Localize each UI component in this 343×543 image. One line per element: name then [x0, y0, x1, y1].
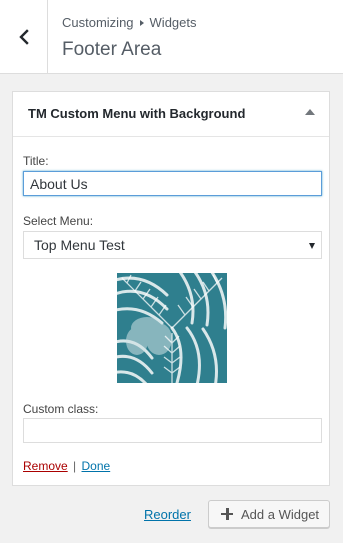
- custom-class-input[interactable]: [23, 418, 322, 443]
- add-widget-button[interactable]: Add a Widget: [208, 500, 330, 528]
- widget-title: TM Custom Menu with Background: [28, 106, 246, 121]
- select-menu-label: Select Menu:: [23, 214, 94, 228]
- widget-actions: Remove | Done: [23, 459, 110, 473]
- widget-panel: TM Custom Menu with Background Title: Se…: [12, 91, 330, 486]
- done-link[interactable]: Done: [82, 459, 111, 473]
- breadcrumb-separator-icon: [139, 19, 144, 26]
- plus-icon: [221, 508, 233, 520]
- chevron-down-icon: [309, 243, 315, 249]
- reorder-link[interactable]: Reorder: [144, 507, 191, 522]
- title-label: Title:: [23, 154, 49, 168]
- caret-up-icon[interactable]: [303, 105, 317, 119]
- widget-header[interactable]: TM Custom Menu with Background: [13, 92, 329, 137]
- select-menu-dropdown[interactable]: Top Menu Test: [23, 231, 322, 259]
- remove-link[interactable]: Remove: [23, 459, 68, 473]
- back-button[interactable]: [0, 0, 48, 73]
- panel-title: Footer Area: [62, 39, 162, 60]
- chevron-left-icon: [18, 28, 29, 45]
- actions-separator: |: [73, 459, 77, 473]
- select-menu-value: Top Menu Test: [34, 237, 125, 253]
- background-image-preview[interactable]: [117, 273, 227, 383]
- breadcrumb-current: Widgets: [149, 15, 197, 30]
- palm-leaf-pattern-icon: [117, 273, 227, 383]
- customizer-header: Customizing Widgets Footer Area: [0, 0, 343, 74]
- custom-class-label: Custom class:: [23, 402, 99, 416]
- breadcrumb-root: Customizing: [62, 15, 134, 30]
- title-input[interactable]: [23, 171, 322, 196]
- add-widget-label: Add a Widget: [241, 506, 320, 522]
- breadcrumb: Customizing Widgets: [62, 15, 197, 30]
